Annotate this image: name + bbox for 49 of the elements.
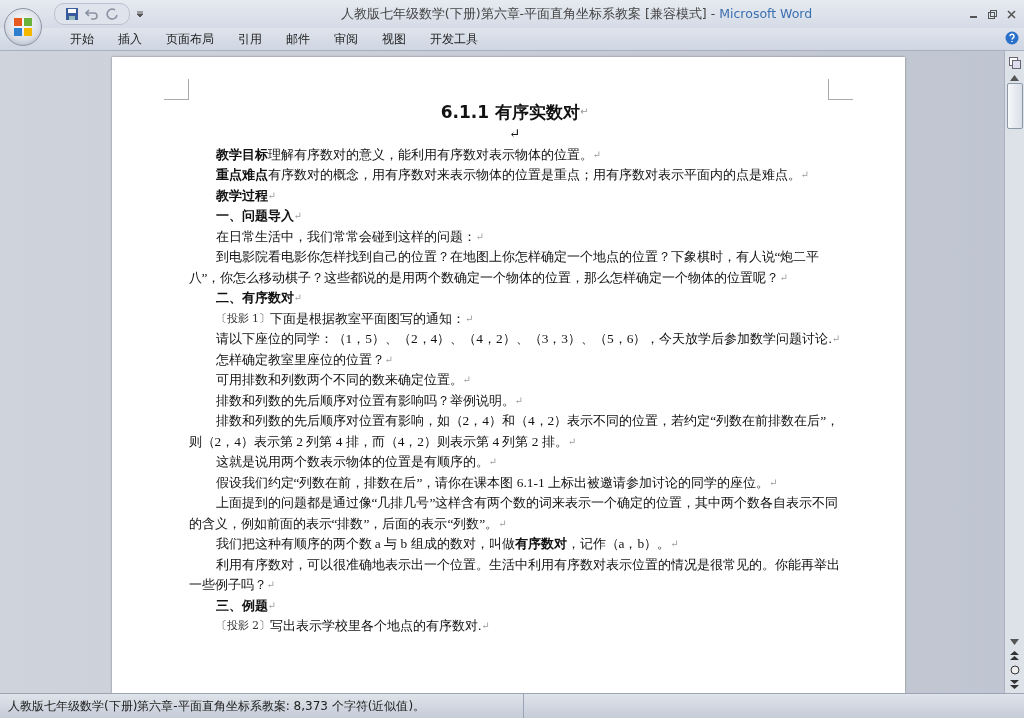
save-icon[interactable] xyxy=(65,7,79,21)
ruler-toggle-icon[interactable] xyxy=(1008,57,1021,69)
paragraph: 我们把这种有顺序的两个数 a 与 b 组成的数对，叫做有序数对，记作（a，b）。↵ xyxy=(214,535,680,553)
restore-icon[interactable] xyxy=(988,9,997,19)
next-page-icon[interactable] xyxy=(1010,680,1019,689)
section-heading: 教学过程↵ xyxy=(214,186,277,205)
ribbon-tab[interactable]: 插入 xyxy=(106,28,154,50)
close-icon[interactable] xyxy=(1007,9,1016,19)
office-button[interactable] xyxy=(4,8,42,46)
vertical-scrollbar[interactable] xyxy=(1004,51,1024,693)
section-heading: 三、例题↵ xyxy=(214,596,277,615)
scroll-thumb[interactable] xyxy=(1006,83,1023,129)
ribbon-tab[interactable]: 开发工具 xyxy=(418,28,490,50)
help-icon[interactable] xyxy=(1005,30,1019,45)
paragraph: 上面提到的问题都是通过像“几排几号”这样含有两个数的词来表示一个确定的位置，其中两个数各自表示不同的含义，例如前面的表示“排数”，后面的表示“列数”。↵ xyxy=(188,494,840,533)
dropdown-icon[interactable] xyxy=(136,10,144,18)
ribbon-tab[interactable]: 邮件 xyxy=(274,28,322,50)
ribbon-tab[interactable]: 视图 xyxy=(370,28,418,50)
paragraph: 排数和列数的先后顺序对位置有影响吗？举例说明。↵ xyxy=(214,391,524,410)
section-heading: 二、有序数对↵ xyxy=(214,289,303,307)
paragraph: 排数和列数的先后顺序对位置有影响，如（2，4）和（4，2）表示不同的位置，若约定“列数在前排数在后”，则（2，4）表示第 2 列第 4 排，而（4，2）则表示第 4 列第 2 排。↵ xyxy=(188,412,841,451)
paragraph-mark: ↵ xyxy=(507,125,522,143)
scroll-down-icon[interactable] xyxy=(1010,639,1019,645)
ribbon-tab[interactable]: 开始 xyxy=(58,28,106,50)
previous-page-icon[interactable] xyxy=(1010,651,1019,660)
paragraph: 假设我们约定“列数在前，排数在后”，请你在课本图 6.1-1 上标出被邀请参加讨论的同学的座位。↵ xyxy=(214,473,779,492)
paragraph: 请以下座位的同学：（1，5）、（2，4）、（4，2）、（3，3）、（5，6），今天放学后参加数学问题讨论.↵ xyxy=(214,330,841,348)
crop-mark xyxy=(827,79,853,100)
paragraph: 重点难点有序数对的概念，用有序数对来表示物体的位置是重点；用有序数对表示平面内的点是难点。↵ xyxy=(214,166,810,184)
browse-object-icon[interactable] xyxy=(1009,665,1020,675)
paragraph: 〔投影 2〕写出表示学校里各个地点的有序数对.↵ xyxy=(214,617,491,635)
window-title: 人教版七年级数学(下册)第六章-平面直角坐标系教案 [兼容模式] - Microsoft Word xyxy=(339,5,814,23)
ribbon-tab[interactable]: 审阅 xyxy=(322,28,370,50)
document-title: 6.1.1 有序实数对↵ xyxy=(439,102,590,124)
paragraph: 利用有序数对，可以很准确地表示出一个位置。生活中利用有序数对表示位置的情况是很常见的。你能再举出一些例子吗？↵ xyxy=(188,555,841,594)
paragraph: 〔投影 1〕下面是根据教室平面图写的通知：↵ xyxy=(214,309,475,328)
paragraph: 这就是说用两个数表示物体的位置是有顺序的。↵ xyxy=(214,453,498,471)
paragraph: 在日常生活中，我们常常会碰到这样的问题：↵ xyxy=(214,227,485,246)
ribbon-tab[interactable]: 页面布局 xyxy=(154,28,226,50)
section-heading: 一、问题导入↵ xyxy=(214,207,303,225)
paragraph: 可用排数和列数两个不同的数来确定位置。↵ xyxy=(214,371,472,389)
paragraph: 教学目标理解有序数对的意义，能利用有序数对表示物体的位置。↵ xyxy=(214,145,602,164)
paragraph: 怎样确定教室里座位的位置？↵ xyxy=(214,350,394,369)
ribbon-tab[interactable]: 引用 xyxy=(226,28,274,50)
paragraph: 到电影院看电影你怎样找到自己的位置？在地图上你怎样确定一个地点的位置？下象棋时，有人说“炮二平八”，你怎么移动棋子？这些都说的是用两个数确定一个物体的位置，那么怎样确定一个物体的位置呢？↵ xyxy=(188,248,821,287)
crop-mark xyxy=(163,79,189,100)
scroll-up-icon[interactable] xyxy=(1010,75,1019,81)
office-logo-icon xyxy=(12,16,34,38)
status-text: 人教版七年级数学(下册)第六章-平面直角坐标系教案: 8,373 个字符(近似值)。 xyxy=(8,697,426,715)
